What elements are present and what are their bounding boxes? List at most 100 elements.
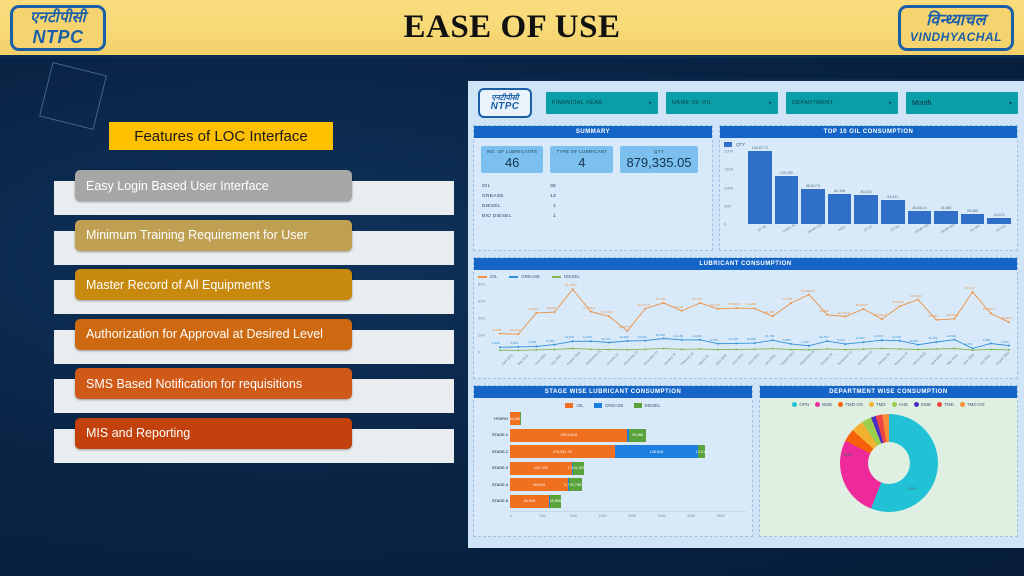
feature-item-label: MIS and Reporting — [86, 426, 191, 440]
legend-item: OIL — [565, 403, 584, 408]
filter-name-of-oil[interactable]: NAME OF OIL ▾ — [666, 92, 778, 114]
feature-item[interactable]: Authorization for Approval at Desired Le… — [54, 318, 454, 369]
line-point-label: 12,797 — [819, 335, 829, 340]
legend-swatch — [509, 275, 519, 278]
legend-label: GREASE — [604, 403, 624, 408]
segment-value-label: 29,468 — [631, 433, 644, 437]
filter-label: FINANCIAL YEAR — [552, 100, 603, 106]
filter-financial-year[interactable]: FINANCIAL YEAR ▾ — [546, 92, 658, 114]
bar-column: 35,841.5 — [907, 151, 932, 224]
line-point-label: 14,300 — [692, 333, 702, 338]
stage-chart-title: STAGE WISE LUBRICANT CONSUMPTION — [474, 386, 752, 398]
feature-item-pill[interactable]: SMS Based Notification for requisitions — [75, 368, 352, 399]
kpi-card: NO. OF LUBRICANTS 46 — [481, 146, 544, 173]
bar-column: 80,316 — [854, 151, 878, 224]
stage-legend: OIL GREASE DIESEL — [480, 403, 746, 408]
lubricant-plot: 0 20K 40K 60K 80K 21,605 20,996 45,983 46,92… — [478, 280, 1013, 364]
vindhyachal-logo-latin: VINDHYACHAL — [910, 30, 1002, 44]
lubricant-type-name: GREASE — [482, 194, 504, 199]
lubricant-legend: OIL GREASE DIESEL — [478, 274, 1013, 279]
stacked-segment: 12,014 — [696, 445, 707, 458]
vindhyachal-logo: विन्ध्याचल VINDHYACHAL — [898, 5, 1014, 51]
summary-card: SUMMARY NO. OF LUBRICANTS 46 TYPE OF LUB… — [473, 125, 713, 251]
segment-value-label: 20,736 — [569, 482, 582, 487]
legend-label: OIL — [490, 274, 498, 279]
feature-item-label: Easy Login Based User Interface — [86, 178, 269, 193]
bar-value-label: 34,560 — [940, 206, 952, 211]
y-axis-tick: 200K — [724, 148, 734, 154]
filter-month[interactable]: Month ▾ — [906, 92, 1018, 114]
line-point-label: 8,755 — [546, 338, 555, 343]
line-point-label: 7,310 — [801, 339, 809, 344]
x-axis-tick: 0 — [510, 514, 512, 518]
stage-bar-row: HYDRO 16,260 — [494, 411, 746, 426]
line-point-label: 11,175 — [601, 336, 611, 341]
feature-item[interactable]: Minimum Training Requirement for User — [54, 219, 454, 270]
segment-value-label: 64,940 — [523, 499, 536, 503]
x-axis-tick: 350K — [716, 514, 725, 518]
line-point-label: 45,983 — [528, 306, 538, 311]
kpi-label: QTY — [653, 149, 665, 154]
line-series-svg — [499, 288, 1010, 352]
legend-label: OIL — [576, 403, 584, 408]
line-point-label: 11,791 — [928, 336, 938, 340]
line-point-label: 8,590 — [910, 338, 918, 343]
feature-item-pill[interactable]: Authorization for Approval at Desired Le… — [75, 318, 352, 350]
y-axis-tick: STAGE-1 — [492, 433, 508, 437]
feature-item-label: SMS Based Notification for requisitions — [86, 376, 303, 391]
line-point-label: 57,496 — [782, 297, 793, 302]
legend-item: DIESEL — [633, 403, 661, 408]
line-point-label: 70,614 — [964, 286, 975, 290]
stacked-segment: 19,193 — [573, 461, 585, 475]
chevron-down-icon: ▾ — [888, 100, 892, 107]
legend-swatch — [724, 142, 732, 147]
stage-plot: HYDRO 16,260 STAGE-1 195,234.8 29,468 ST… — [480, 411, 746, 511]
line-point-label: 7,510 — [1001, 339, 1009, 344]
stacked-segment: 96,943 — [510, 478, 569, 491]
legend-label: GREASE — [521, 274, 541, 279]
line-point-label: 4,261 — [964, 342, 973, 347]
line-point-label: 61,656.5 — [910, 293, 923, 298]
feature-item-label: Master Record of All Equipment's — [86, 277, 271, 292]
filter-department[interactable]: DEPARTMENT ▾ — [786, 92, 898, 114]
feature-item-pill[interactable]: MIS and Reporting — [75, 417, 352, 449]
y-axis-tick: 80K — [478, 281, 486, 287]
stacked-segment: 18,566 — [549, 494, 561, 508]
stacked-segment: 138,816 — [614, 445, 698, 458]
line-point-label: 12,904 — [619, 335, 629, 339]
y-axis-tick: 0 — [478, 349, 481, 355]
line-point-label: 9,981 — [982, 337, 991, 342]
stacked-segment: 195,234.8 — [510, 428, 628, 442]
feature-item[interactable]: Easy Login Based User Interface — [54, 170, 454, 220]
bar-value-label: 130,230 — [779, 171, 793, 176]
feature-item[interactable]: Master Record of All Equipment's — [54, 269, 454, 319]
feature-item[interactable]: MIS and Reporting — [54, 417, 454, 468]
line-point-label: 41,932.5 — [601, 310, 614, 315]
feature-item-pill[interactable]: Minimum Training Requirement for User — [75, 219, 352, 251]
stacked-segment: 102,705 — [510, 461, 572, 475]
line-point-label: 39,096.5 — [946, 312, 959, 317]
stacked-segment: 20,736 — [569, 478, 582, 491]
lubricant-chart-card: LUBRICANT CONSUMPTION OIL GREASE DIESEL … — [473, 257, 1018, 379]
line-point-label: 13,782 — [764, 334, 775, 339]
dashboard-ntpc-logo: एनटीपीसी NTPC — [478, 88, 532, 118]
table-row: DIESEL 1 — [482, 204, 707, 209]
stacked-segment: 16,260 — [509, 412, 521, 425]
stage-bar-row: STAGE-2 174,511.75 138,816 12,014 — [492, 444, 746, 459]
feature-item[interactable]: SMS Based Notification for requisitions — [54, 368, 454, 418]
feature-item-pill[interactable]: Easy Login Based User Interface — [75, 170, 352, 201]
line-point-label: 9,760 — [710, 337, 718, 342]
line-point-label: 48,441 — [673, 304, 684, 309]
feature-item-pill[interactable]: Master Record of All Equipment's — [75, 269, 352, 300]
line-point-label: 5,489 — [492, 341, 500, 346]
line-point-label: 13,937 — [873, 334, 884, 339]
chevron-down-icon: ▾ — [768, 100, 772, 107]
department-chart-title: DEPARTMENT WISE CONSUMPTION — [760, 386, 1017, 398]
y-axis-tick: 50K — [724, 203, 732, 209]
kpi-value: 879,335.05 — [626, 155, 692, 170]
legend-item: GREASE — [509, 274, 540, 279]
top10-plot: 0 50K 100K 150K 200K 198,877.3 130,230 96,81… — [724, 146, 1013, 237]
x-axis-tick: 300K — [687, 514, 696, 518]
lubricant-type-count: 38 — [550, 184, 556, 189]
line-point-label: 73,735.5 — [564, 283, 577, 288]
